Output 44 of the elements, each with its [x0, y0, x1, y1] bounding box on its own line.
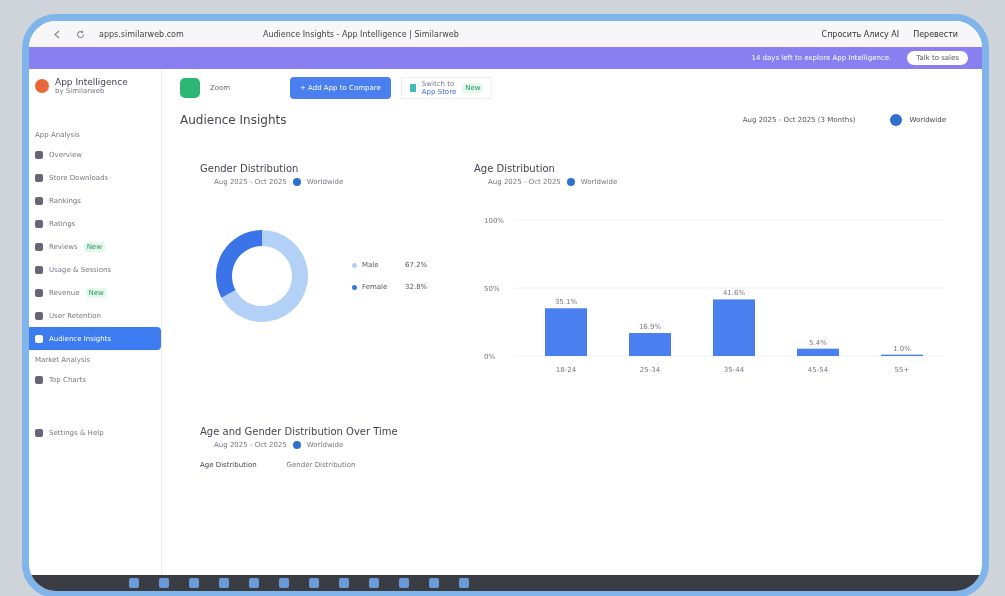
menu-item-icon: [35, 375, 43, 384]
menu-item-icon: [35, 196, 43, 205]
menu-item-icon: [35, 265, 43, 274]
bar: [713, 299, 755, 356]
taskbar-app-icon[interactable]: [249, 578, 259, 588]
logo-icon: [35, 79, 49, 93]
bar: [797, 348, 839, 356]
extension-button[interactable]: Спросить Алису AI: [821, 29, 900, 39]
menu-item-icon: [35, 288, 43, 297]
extension-button[interactable]: Перевести: [913, 29, 958, 39]
menu-item-icon: [35, 150, 43, 159]
taskbar-app-icon[interactable]: [399, 578, 409, 588]
reload-icon[interactable]: [76, 29, 85, 39]
back-icon[interactable]: [53, 29, 62, 39]
taskbar-app-icon[interactable]: [459, 578, 469, 588]
taskbar-app-icon[interactable]: [279, 578, 289, 588]
app-icon: [180, 78, 200, 98]
menu-item-icon: [35, 334, 43, 343]
card-title: Age and Gender Distribution Over Time: [200, 426, 399, 437]
taskbar-app-icon[interactable]: [129, 578, 139, 588]
globe-icon: [889, 114, 902, 126]
globe-icon: [292, 441, 301, 449]
bar: [545, 308, 587, 356]
taskbar-app-icon[interactable]: [159, 578, 169, 588]
taskbar-app-icon[interactable]: [219, 578, 229, 588]
taskbar-app-icon[interactable]: [429, 578, 439, 588]
card-title: Gender Distribution: [200, 163, 300, 174]
menu-item-icon: [35, 242, 43, 251]
menu-item-icon: [35, 311, 43, 320]
globe-icon: [566, 178, 575, 186]
logo-text: App Intelligence: [55, 77, 128, 87]
card-title: Age Distribution: [474, 163, 556, 174]
page-title: Audience Insights: [180, 113, 288, 127]
bar: [629, 333, 671, 356]
page-title: Audience Insights - App Intelligence | Similarweb: [263, 29, 460, 39]
taskbar-app-icon[interactable]: [339, 578, 349, 588]
address-bar[interactable]: apps.similarweb.com: [99, 29, 249, 39]
store-icon: [409, 84, 416, 92]
menu-item-icon: [35, 219, 43, 228]
taskbar-app-icon[interactable]: [369, 578, 379, 588]
taskbar-app-icon[interactable]: [309, 578, 319, 588]
taskbar-app-icon[interactable]: [189, 578, 199, 588]
globe-icon: [292, 178, 301, 186]
menu-item-icon: [35, 173, 43, 182]
